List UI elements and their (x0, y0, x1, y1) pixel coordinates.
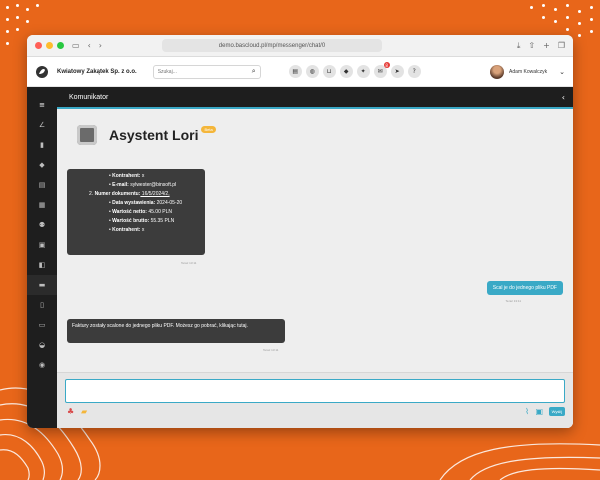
send-icon[interactable]: ➤ (390, 65, 404, 78)
sidebar-item-email[interactable]: ◒ (27, 335, 57, 355)
image-icon[interactable]: ▣ (535, 407, 543, 416)
message-line: • E-mail: sylwester@binsoft.pl (109, 182, 177, 188)
settings-icon[interactable]: ✦ (356, 65, 370, 78)
message-timestamp: Teraz 13:11 (181, 261, 197, 265)
search-icon[interactable]: ⌕ (252, 67, 256, 76)
send-button[interactable]: Wyślij (548, 407, 565, 416)
message-timestamp: Teraz 13:11 (263, 348, 279, 352)
user-name: Adam Kowalczyk (509, 68, 548, 75)
message-timestamp: Teraz 13:11 (505, 299, 521, 303)
new-tab-icon[interactable]: + (543, 41, 550, 51)
sidebar-item-messenger[interactable]: ▬ (27, 275, 57, 295)
sidebar-item-invoices[interactable]: ▤ (27, 175, 57, 195)
share-icon[interactable]: ⇧ (528, 41, 535, 51)
browser-chrome: ▭ ‹ › demo.bascloud.pl/mp/messenger/chat… (27, 35, 573, 57)
chat-area[interactable]: Asystent Lori Beta • Kontrahent: x • E-m… (57, 109, 573, 372)
user-menu[interactable]: Adam Kowalczyk ⌄ (490, 64, 565, 79)
notification-badge: 8 (383, 62, 390, 68)
tabs-overview-icon[interactable]: ❐ (558, 41, 565, 51)
sidebar-item-documents[interactable]: ▮ (27, 135, 57, 155)
quick-actions: ▤ ◍ ⊔ ◆ ✦ ✉ 8 ➤ ? (288, 62, 421, 78)
bot-header: Asystent Lori Beta (77, 125, 216, 145)
sidebar-item-files[interactable]: ▯ (27, 295, 57, 315)
message-line: • Data wystawienia: 2024-05-20 (109, 200, 183, 206)
company-logo (36, 65, 48, 78)
maximize-window-button[interactable] (57, 42, 64, 49)
sidebar-toggle-icon[interactable]: ▭ (72, 41, 80, 50)
back-icon[interactable]: ‹ (88, 41, 91, 50)
bot-name: Asystent Lori (109, 127, 199, 143)
documents-icon[interactable]: ▤ (288, 65, 302, 78)
download-icon[interactable]: ⤓ (517, 41, 521, 51)
minimize-window-button[interactable] (46, 42, 53, 49)
message-input[interactable] (65, 379, 565, 403)
address-bar[interactable]: demo.bascloud.pl/mp/messenger/chat/0 (161, 39, 382, 52)
cart-icon[interactable]: ⊔ (322, 65, 336, 78)
sidebar-item-reports[interactable]: ▦ (27, 195, 57, 215)
message-line: • Kontrahent: x (109, 173, 145, 179)
help-icon[interactable]: ? (407, 65, 421, 78)
app-header: Kwiatowy Zakątek Sp. z o.o. ⌕ ▤ ◍ ⊔ ◆ ✦ … (27, 57, 573, 87)
sidebar-item-dashboard[interactable]: ∠ (27, 115, 57, 135)
message-composer: ♣ ▰ ⌇ ▣ Wyślij (57, 372, 573, 428)
browser-window: ▭ ‹ › demo.bascloud.pl/mp/messenger/chat… (27, 35, 573, 428)
menu-icon[interactable]: ≡ (27, 95, 57, 115)
message-line: • Wartość netto: 45.00 PLN (109, 209, 172, 215)
page-title: Komunikator (69, 93, 109, 101)
chevron-down-icon[interactable]: ⌄ (559, 68, 565, 76)
sidebar-item-contacts[interactable]: ◉ (27, 355, 57, 375)
app-layout: ≡ ∠ ▮ ◆ ▤ ▦ ⚉ ▣ ◧ ▬ ▯ ▭ ◒ ◉ Komunikator … (27, 87, 573, 428)
user-message: Scal je do jednego pliku PDF (486, 281, 563, 295)
search-input[interactable] (157, 68, 238, 75)
bot-avatar (77, 125, 97, 145)
sidebar-item-users[interactable]: ⚉ (27, 215, 57, 235)
browser-toolbar-right: ⤓ ⇧ + ❐ (517, 41, 565, 51)
beta-badge: Beta (201, 125, 216, 133)
attachment-icon[interactable]: ⌇ (525, 407, 529, 416)
search-box[interactable]: ⌕ (152, 64, 261, 79)
bot-message: Faktury zostały scalone do jednego pliku… (67, 319, 285, 343)
forward-icon[interactable]: › (99, 41, 102, 50)
sidebar: ≡ ∠ ▮ ◆ ▤ ▦ ⚉ ▣ ◧ ▬ ▯ ▭ ◒ ◉ (27, 87, 57, 428)
emoji-icon[interactable]: ▰ (81, 407, 87, 416)
sidebar-item-orders[interactable]: ◆ (27, 155, 57, 175)
sidebar-item-calendar[interactable]: ▭ (27, 315, 57, 335)
document-link[interactable]: 16/5/2024/2, (140, 191, 170, 197)
bot-icon[interactable]: ♣ (67, 407, 74, 416)
page-header: Komunikator ‹ (57, 87, 573, 109)
collapse-icon[interactable]: ‹ (562, 93, 565, 102)
main-content: Komunikator ‹ Asystent Lori Beta • Kontr… (57, 87, 573, 428)
mail-icon[interactable]: ✉ 8 (373, 62, 390, 78)
bot-message: • Kontrahent: x • E-mail: sylwester@bins… (67, 169, 205, 255)
window-controls (35, 42, 64, 49)
avatar (490, 64, 505, 79)
sidebar-item-products[interactable]: ▣ (27, 235, 57, 255)
url-text: demo.bascloud.pl/mp/messenger/chat/0 (218, 42, 326, 49)
chat-icon[interactable]: ◆ (339, 65, 353, 78)
sidebar-item-warehouse[interactable]: ◧ (27, 255, 57, 275)
company-name: Kwiatowy Zakątek Sp. z o.o. (57, 68, 137, 75)
message-line: • Wartość brutto: 55.35 PLN (109, 218, 175, 224)
money-icon[interactable]: ◍ (305, 65, 319, 78)
message-line: 2. Numer dokumentu: 16/5/2024/2, (89, 191, 170, 197)
close-window-button[interactable] (35, 42, 42, 49)
message-line: • Kontrahent: x (109, 227, 145, 233)
